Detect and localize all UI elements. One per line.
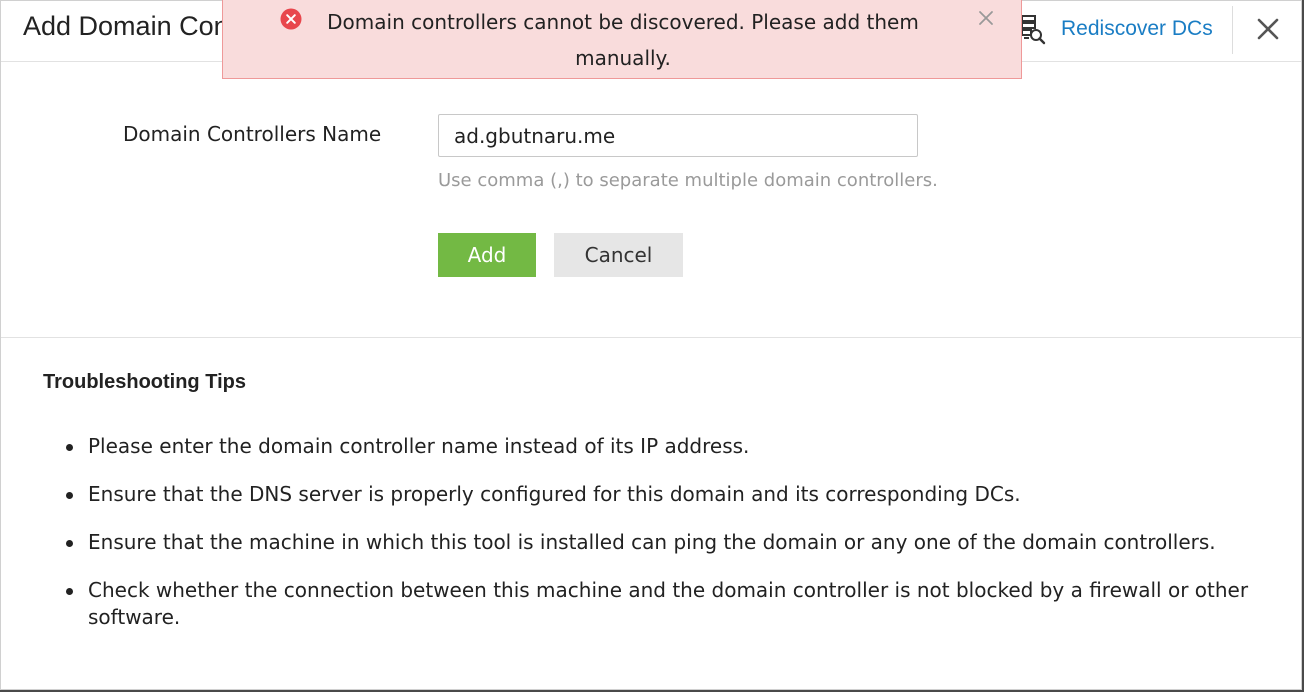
cancel-button[interactable]: Cancel (554, 233, 683, 277)
list-item: Please enter the domain controller name … (66, 433, 1288, 460)
domain-controllers-name-input[interactable] (438, 114, 918, 157)
troubleshooting-tips-heading: Troubleshooting Tips (43, 371, 246, 393)
input-hint: Use comma (,) to separate multiple domai… (438, 170, 938, 191)
list-item: Ensure that the DNS server is properly c… (66, 481, 1288, 508)
add-button[interactable]: Add (438, 233, 536, 277)
rediscover-dcs-label: Rediscover DCs (1061, 17, 1213, 40)
troubleshooting-tips-list: Please enter the domain controller name … (66, 433, 1288, 652)
section-divider (1, 337, 1301, 338)
error-circle-icon (280, 8, 302, 30)
error-alert: Domain controllers cannot be discovered.… (222, 0, 1022, 79)
header-divider (1232, 6, 1233, 54)
alert-close-icon[interactable] (977, 9, 995, 27)
list-item: Check whether the connection between thi… (66, 577, 1288, 631)
dialog-close-button[interactable] (1252, 13, 1284, 45)
rediscover-dcs-button[interactable]: Rediscover DCs (1019, 13, 1213, 45)
domain-controllers-name-label: Domain Controllers Name (123, 122, 382, 146)
close-icon (1252, 13, 1284, 45)
list-item: Ensure that the machine in which this to… (66, 529, 1288, 556)
add-domain-controllers-dialog: Add Domain Controllers Rediscover DCs Do… (0, 0, 1302, 690)
server-search-icon (1019, 13, 1047, 45)
error-alert-message: Domain controllers cannot be discovered.… (327, 10, 919, 70)
